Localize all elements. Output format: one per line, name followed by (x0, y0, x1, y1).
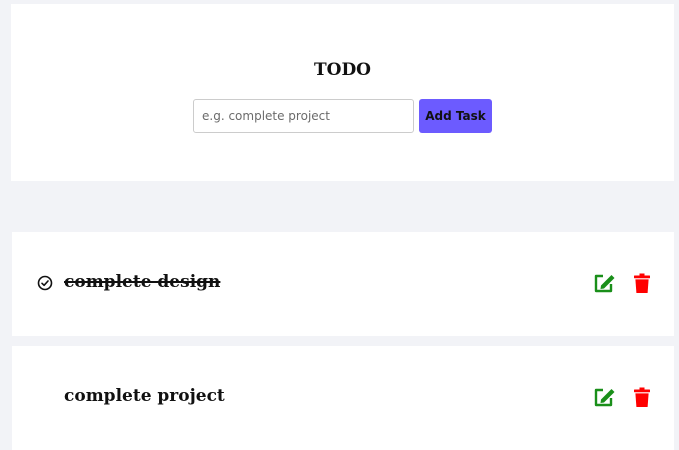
trash-icon[interactable] (633, 273, 651, 294)
task-text: complete design (64, 272, 221, 292)
edit-icon[interactable] (593, 386, 617, 408)
task-input[interactable] (193, 99, 414, 133)
edit-icon[interactable] (593, 272, 617, 294)
task-text: complete project (64, 386, 225, 406)
task-item: complete design (12, 232, 674, 336)
header-card: TODO Add Task (11, 4, 674, 181)
task-item: complete project (12, 346, 674, 450)
check-circle-icon[interactable] (37, 275, 53, 291)
app-title: TODO (313, 60, 371, 80)
trash-icon[interactable] (633, 387, 651, 408)
add-task-button[interactable]: Add Task (419, 99, 492, 133)
